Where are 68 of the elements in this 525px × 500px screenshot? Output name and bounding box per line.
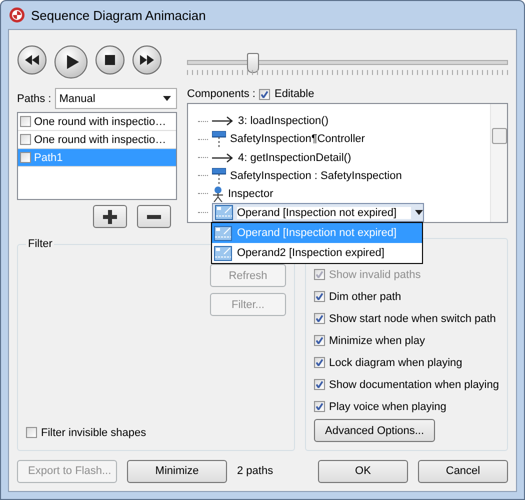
check-icon [316, 337, 323, 344]
dialog-button[interactable]: Cancel [418, 460, 508, 482]
window-title: Sequence Diagram Animacian [31, 8, 206, 22]
stop-button[interactable] [95, 45, 125, 75]
footer-button[interactable]: Minimize [127, 460, 227, 482]
checkbox[interactable] [314, 291, 325, 302]
checkbox[interactable] [20, 134, 31, 145]
checkbox[interactable] [314, 379, 325, 390]
app-icon [9, 7, 25, 23]
path-count: 2 paths [237, 465, 274, 477]
checkbox[interactable] [20, 152, 31, 163]
remove-button[interactable] [137, 205, 171, 228]
checkbox-label: Editable [274, 88, 314, 100]
checkbox[interactable] [314, 357, 325, 368]
checkbox-label: Show documentation when playing [328, 378, 499, 390]
operand-icon [214, 246, 232, 261]
check-icon [316, 293, 323, 300]
check-icon [316, 315, 323, 322]
paths-dropdown[interactable]: Manual [55, 88, 177, 109]
checkbox-label: Show start node when switch path [328, 312, 496, 324]
tree-item[interactable]: SafetyInspection¶Controller [230, 133, 365, 146]
checkbox-label: Dim other path [328, 290, 402, 302]
lifeline-icon [212, 168, 226, 184]
checkbox[interactable] [314, 335, 325, 346]
components-label: Components : [187, 88, 256, 100]
play-button[interactable] [54, 45, 88, 79]
arrow-icon [212, 152, 234, 164]
check-icon [316, 381, 323, 388]
add-button[interactable] [93, 205, 127, 228]
arrow-icon [212, 115, 234, 128]
operand-icon [215, 205, 233, 220]
tree-item[interactable]: Inspector [228, 188, 274, 200]
plus-icon [103, 210, 117, 224]
checkbox[interactable] [314, 401, 325, 412]
fast-forward-button[interactable] [132, 45, 162, 75]
operand-icon [214, 226, 232, 241]
checkbox[interactable] [20, 116, 31, 127]
checkbox[interactable] [26, 427, 37, 438]
check-icon [261, 90, 268, 98]
position-slider[interactable] [187, 52, 508, 76]
checkbox-label: Minimize when play [328, 334, 425, 346]
paths-label: Paths : [17, 92, 52, 104]
checkbox[interactable] [259, 88, 270, 100]
tree-item[interactable]: 3: loadInspection() [238, 115, 328, 128]
checkbox-label: Filter invisible shapes [41, 426, 146, 438]
checkbox-label: Play voice when playing [328, 400, 446, 412]
path-item[interactable]: One round with inspectio… [18, 113, 176, 131]
group-title: Filter [27, 238, 54, 250]
checkbox-label: Show invalid paths [328, 268, 421, 280]
slider-thumb[interactable] [246, 53, 259, 73]
scrollbar[interactable] [490, 104, 507, 222]
advanced-options-button[interactable]: Advanced Options... [314, 419, 436, 442]
caret-icon [415, 210, 423, 216]
tree-item[interactable]: 4: getInspectionDetail() [238, 152, 352, 164]
rewind-button[interactable] [17, 45, 47, 75]
lifeline-icon [212, 131, 226, 148]
minus-icon [147, 214, 161, 218]
checkbox[interactable] [314, 313, 325, 324]
caret-icon [163, 96, 171, 101]
check-icon [316, 271, 323, 278]
checkbox-label: Lock diagram when playing [328, 356, 462, 368]
actor-icon [212, 186, 224, 202]
menu-item[interactable]: Operand2 [Inspection expired] [212, 243, 422, 264]
operand-dropdown[interactable]: Operand [Inspection not expired] [212, 203, 424, 222]
tree-item[interactable]: SafetyInspection : SafetyInspection [230, 170, 402, 182]
dialog-button[interactable]: OK [318, 460, 408, 482]
check-icon [316, 359, 323, 366]
check-icon [316, 403, 323, 410]
